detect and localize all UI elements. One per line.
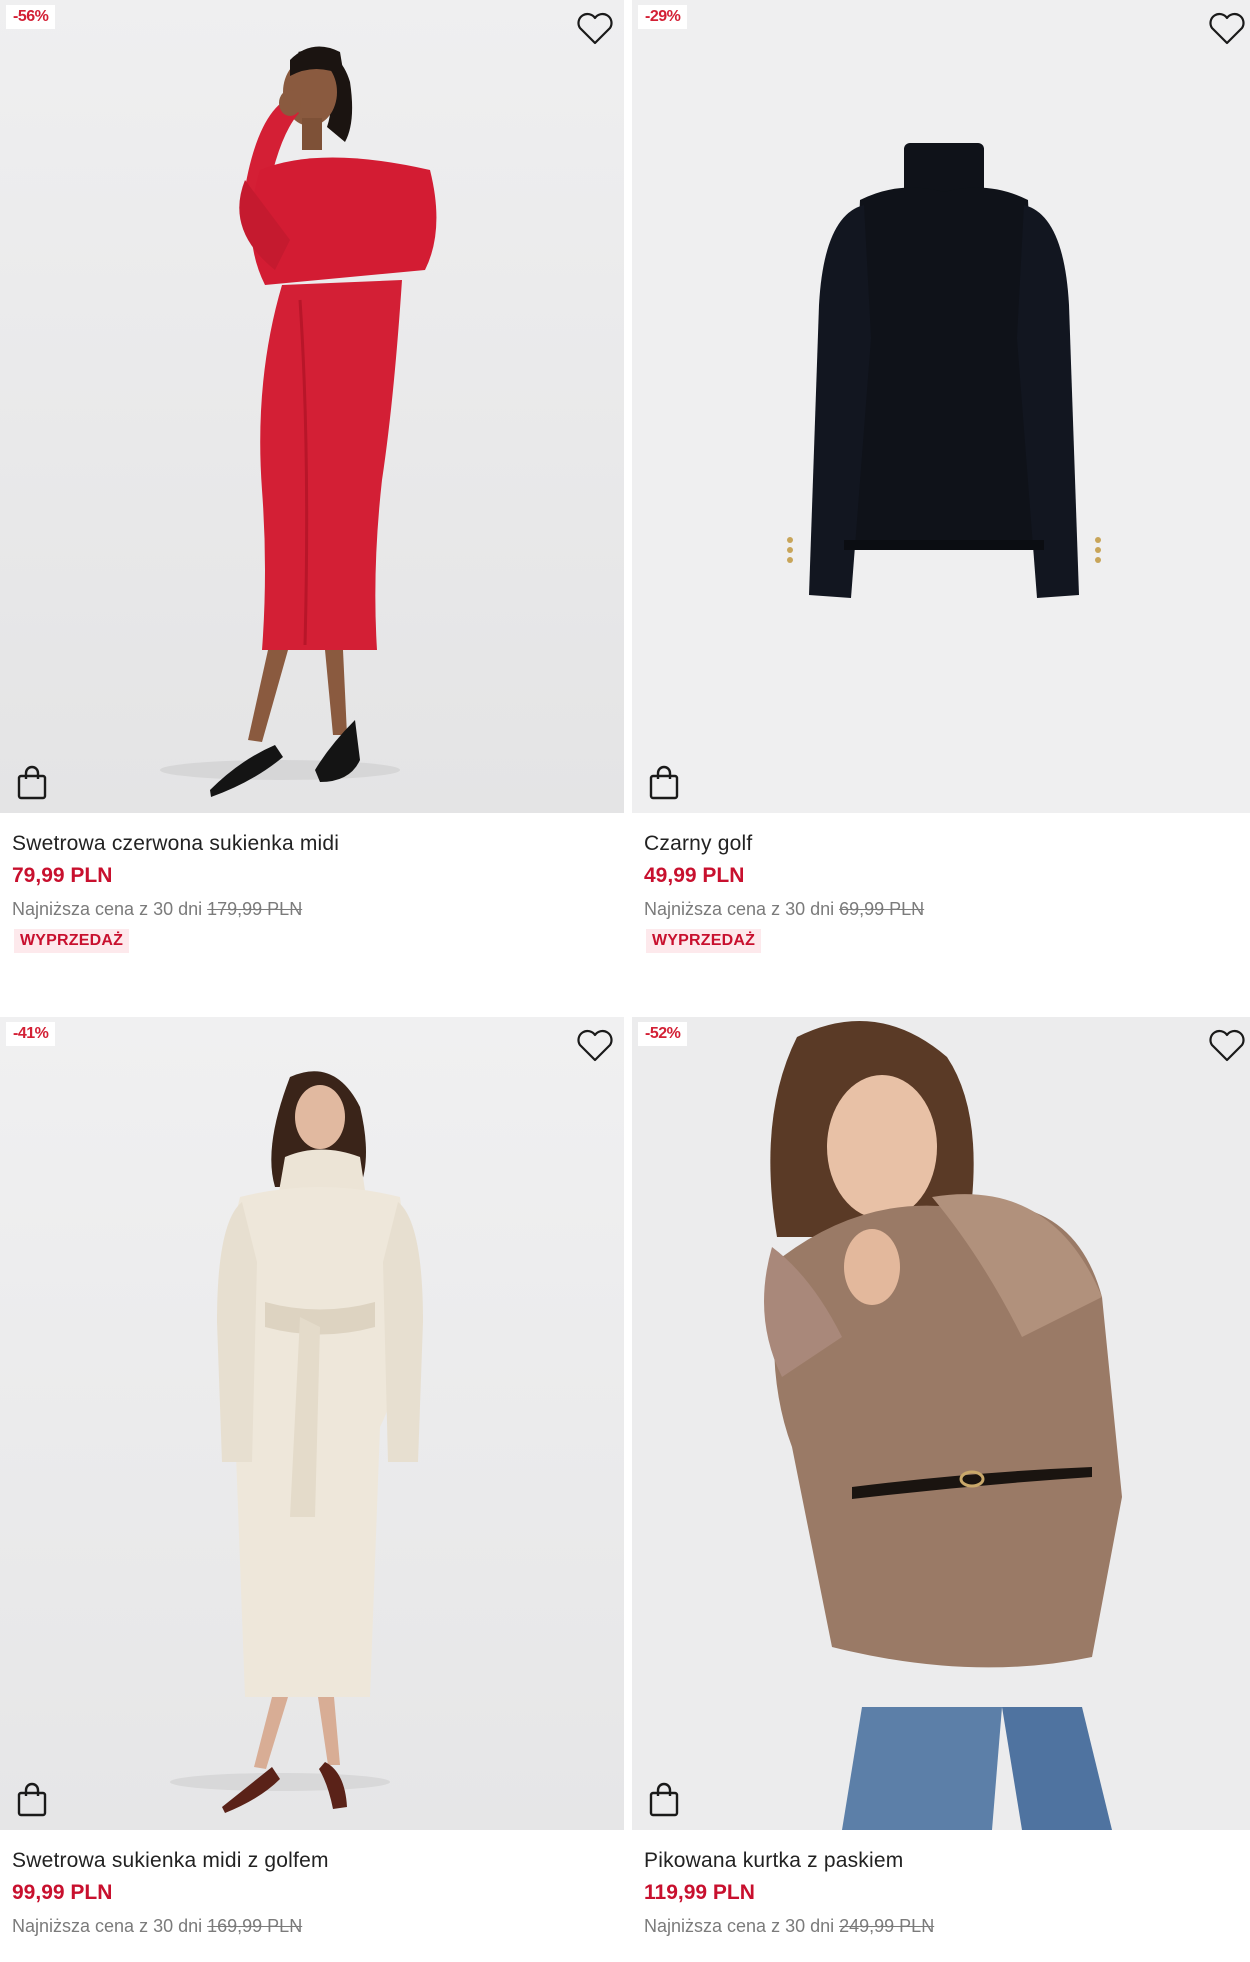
sale-tag: WYPRZEDAŻ bbox=[646, 929, 762, 953]
wishlist-heart-icon[interactable] bbox=[576, 1029, 614, 1063]
product-price: 79,99 PLN bbox=[12, 864, 113, 887]
old-price: 249,99 PLN bbox=[839, 1916, 935, 1936]
product-price: 99,99 PLN bbox=[12, 1881, 113, 1904]
black-turtleneck-image bbox=[632, 0, 1250, 813]
wishlist-heart-icon[interactable] bbox=[576, 12, 614, 46]
product-name[interactable]: Swetrowa sukienka midi z golfem bbox=[12, 1848, 612, 1874]
product-price: 49,99 PLN bbox=[644, 864, 745, 887]
old-price: 169,99 PLN bbox=[207, 1916, 303, 1936]
lowest-price-info: Najniższa cena z 30 dni 169,99 PLN bbox=[12, 1914, 612, 1938]
wishlist-heart-icon[interactable] bbox=[1208, 12, 1246, 46]
product-name[interactable]: Swetrowa czerwona sukienka midi bbox=[12, 831, 612, 857]
wishlist-heart-icon[interactable] bbox=[1208, 1029, 1246, 1063]
cream-dress-model-image bbox=[0, 1017, 624, 1830]
product-name[interactable]: Czarny golf bbox=[644, 831, 1244, 857]
product-name[interactable]: Pikowana kurtka z paskiem bbox=[644, 1848, 1244, 1874]
old-price: 69,99 PLN bbox=[839, 899, 925, 919]
lowest-price-info: Najniższa cena z 30 dni 179,99 PLN bbox=[12, 897, 612, 921]
discount-badge: -29% bbox=[638, 5, 688, 29]
brown-jacket-model-image bbox=[632, 1017, 1250, 1830]
lowest-price-label: Najniższa cena z 30 dni bbox=[12, 1916, 203, 1936]
discount-badge: -56% bbox=[6, 5, 56, 29]
add-to-cart-bag-icon[interactable] bbox=[16, 765, 48, 801]
product-card[interactable]: -29% Czarny golf 49,99 PLN Najniższa cen… bbox=[632, 0, 1250, 953]
lowest-price-label: Najniższa cena z 30 dni bbox=[644, 1916, 835, 1936]
product-image[interactable]: -56% bbox=[0, 0, 624, 813]
discount-badge: -41% bbox=[6, 1022, 56, 1046]
red-dress-model-image bbox=[0, 0, 624, 813]
product-card[interactable]: -41% Swetrowa sukienka midi z golfem 99,… bbox=[0, 1017, 624, 1938]
lowest-price-label: Najniższa cena z 30 dni bbox=[644, 899, 835, 919]
sale-tag: WYPRZEDAŻ bbox=[14, 929, 130, 953]
add-to-cart-bag-icon[interactable] bbox=[16, 1782, 48, 1818]
add-to-cart-bag-icon[interactable] bbox=[648, 1782, 680, 1818]
old-price: 179,99 PLN bbox=[207, 899, 303, 919]
discount-badge: -52% bbox=[638, 1022, 688, 1046]
lowest-price-info: Najniższa cena z 30 dni 69,99 PLN bbox=[644, 897, 1244, 921]
product-card[interactable]: -52% Pikowana kurtka z paskiem 119,99 PL… bbox=[632, 1017, 1250, 1938]
product-card[interactable]: -56% Swetrowa czerwona sukienka midi 79,… bbox=[0, 0, 624, 953]
lowest-price-label: Najniższa cena z 30 dni bbox=[12, 899, 203, 919]
product-price: 119,99 PLN bbox=[644, 1881, 755, 1904]
product-image[interactable]: -29% bbox=[632, 0, 1250, 813]
add-to-cart-bag-icon[interactable] bbox=[648, 765, 680, 801]
lowest-price-info: Najniższa cena z 30 dni 249,99 PLN bbox=[644, 1914, 1244, 1938]
product-image[interactable]: -52% bbox=[632, 1017, 1250, 1830]
product-image[interactable]: -41% bbox=[0, 1017, 624, 1830]
